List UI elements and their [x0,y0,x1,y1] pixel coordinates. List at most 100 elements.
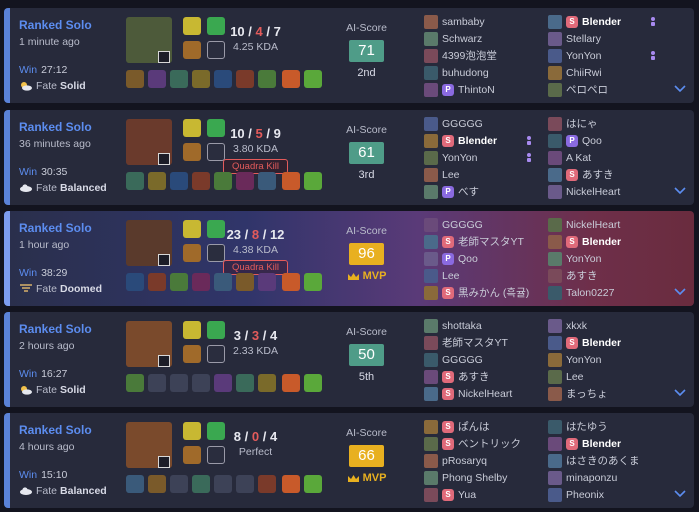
match-card[interactable]: Ranked Solo 2 hours ago Win 16:27 Fate Sol… [4,312,694,407]
player-name[interactable]: あすき [582,167,614,182]
match-card[interactable]: Ranked Solo 1 hour ago Win 38:29 Fate Doom… [4,211,694,306]
player-name[interactable]: ぱんは [458,419,490,434]
player-name[interactable]: Schwarz [442,33,482,45]
ward-icon[interactable] [282,374,300,392]
player-row[interactable]: 老師マスタYT [424,334,544,351]
keystone-rune-icon[interactable] [183,345,201,363]
player-name[interactable]: あすき [458,369,490,384]
player-row[interactable]: S Blender [548,435,668,452]
player-name[interactable]: べす [458,184,479,199]
player-name[interactable]: Stellary [566,33,601,45]
player-row[interactable]: sambaby [424,13,544,30]
player-row[interactable]: S あすき [424,368,544,385]
player-row[interactable]: Phong Shelby [424,469,544,486]
chevron-down-icon[interactable] [674,490,686,498]
player-name[interactable]: Blender [582,236,621,248]
player-row[interactable]: YonYon [548,351,668,368]
player-name[interactable]: NickelHeart [458,388,512,400]
match-card[interactable]: Ranked Solo 4 hours ago Win 15:10 Fate Bal… [4,413,694,508]
trinket-icon[interactable] [304,374,322,392]
player-row[interactable]: Stellary [548,30,668,47]
player-row[interactable]: S あすき [548,166,668,183]
player-name[interactable]: pRosaryq [442,455,487,467]
item-icon[interactable] [214,70,232,88]
item-icon[interactable] [126,70,144,88]
player-name[interactable]: Blender [582,438,621,450]
item-icon[interactable] [258,374,276,392]
player-row[interactable]: ペロペロ [548,81,668,98]
player-row[interactable]: S Yua [424,486,544,503]
match-card[interactable]: Ranked Solo 36 minutes ago Win 30:35 Fate… [4,110,694,205]
player-name[interactable]: Lee [442,270,460,282]
player-name[interactable]: はたゆう [566,419,608,434]
player-row[interactable]: YonYon [548,250,668,267]
ward-icon[interactable] [282,273,300,291]
player-name[interactable]: shottaka [442,320,482,332]
player-row[interactable]: Pheonix [548,486,668,503]
item-icon[interactable] [236,273,254,291]
item-icon[interactable] [148,172,166,190]
keystone-rune-icon[interactable] [183,244,201,262]
trinket-icon[interactable] [304,172,322,190]
item-icon[interactable] [126,475,144,493]
player-row[interactable]: S 老師マスタYT [424,233,544,250]
item-icon[interactable] [192,70,210,88]
player-name[interactable]: Lee [442,169,460,181]
chevron-down-icon[interactable] [674,187,686,195]
chevron-down-icon[interactable] [674,85,686,93]
player-row[interactable]: buhudong [424,64,544,81]
player-row[interactable]: Talon0227 [548,284,668,301]
match-card[interactable]: Ranked Solo 1 minute ago Win 27:12 Fate So… [4,8,694,103]
player-name[interactable]: YonYon [442,152,477,164]
item-icon[interactable] [214,273,232,291]
item-icon[interactable] [258,70,276,88]
item-icon[interactable] [258,172,276,190]
item-icon[interactable] [258,273,276,291]
player-row[interactable]: ChiiRwi [548,64,668,81]
player-name[interactable]: ペロペロ [566,82,608,97]
player-name[interactable]: Lee [566,371,584,383]
player-name[interactable]: 老師マスタYT [458,234,524,249]
player-row[interactable]: S Blender [548,334,668,351]
player-name[interactable]: GGGGG [442,219,483,231]
item-icon[interactable] [170,273,188,291]
player-name[interactable]: YonYon [566,354,601,366]
player-row[interactable]: P Qoo [548,132,668,149]
player-row[interactable]: xkxk [548,317,668,334]
player-row[interactable]: はたゆう [548,418,668,435]
player-row[interactable]: GGGGG [424,216,544,233]
player-row[interactable]: S Blender [548,13,668,30]
item-icon[interactable] [170,172,188,190]
player-row[interactable]: P Qoo [424,250,544,267]
player-row[interactable]: S ベントリック [424,435,544,452]
player-name[interactable]: YonYon [566,50,601,62]
summoner-spell-flash-icon[interactable] [183,119,201,137]
player-name[interactable]: ベントリック [458,436,521,451]
item-icon[interactable] [148,475,166,493]
player-name[interactable]: Qoo [458,253,478,265]
player-row[interactable]: A Kat [548,149,668,166]
player-name[interactable]: Yua [458,489,476,501]
item-icon[interactable] [126,273,144,291]
player-name[interactable]: Pheonix [566,489,604,501]
player-name[interactable]: Blender [582,16,621,28]
summoner-spell-flash-icon[interactable] [183,321,201,339]
player-row[interactable]: はにゃ [548,115,668,132]
item-icon[interactable] [258,475,276,493]
item-icon[interactable] [126,172,144,190]
player-name[interactable]: 黒みかん (흑귤) [458,285,529,300]
player-name[interactable]: NickelHeart [566,219,620,231]
player-row[interactable]: pRosaryq [424,452,544,469]
player-row[interactable]: S 黒みかん (흑귤) [424,284,544,301]
player-name[interactable]: buhudong [442,67,489,79]
player-row[interactable]: あすき [548,267,668,284]
player-row[interactable]: P べす [424,183,544,200]
player-name[interactable]: NickelHeart [566,186,620,198]
player-name[interactable]: GGGGG [442,118,483,130]
player-name[interactable]: 老師マスタYT [442,335,508,350]
item-icon[interactable] [236,70,254,88]
player-row[interactable]: はさきのあくま [548,452,668,469]
player-name[interactable]: minaponzu [566,472,617,484]
keystone-rune-icon[interactable] [183,143,201,161]
player-row[interactable]: GGGGG [424,351,544,368]
